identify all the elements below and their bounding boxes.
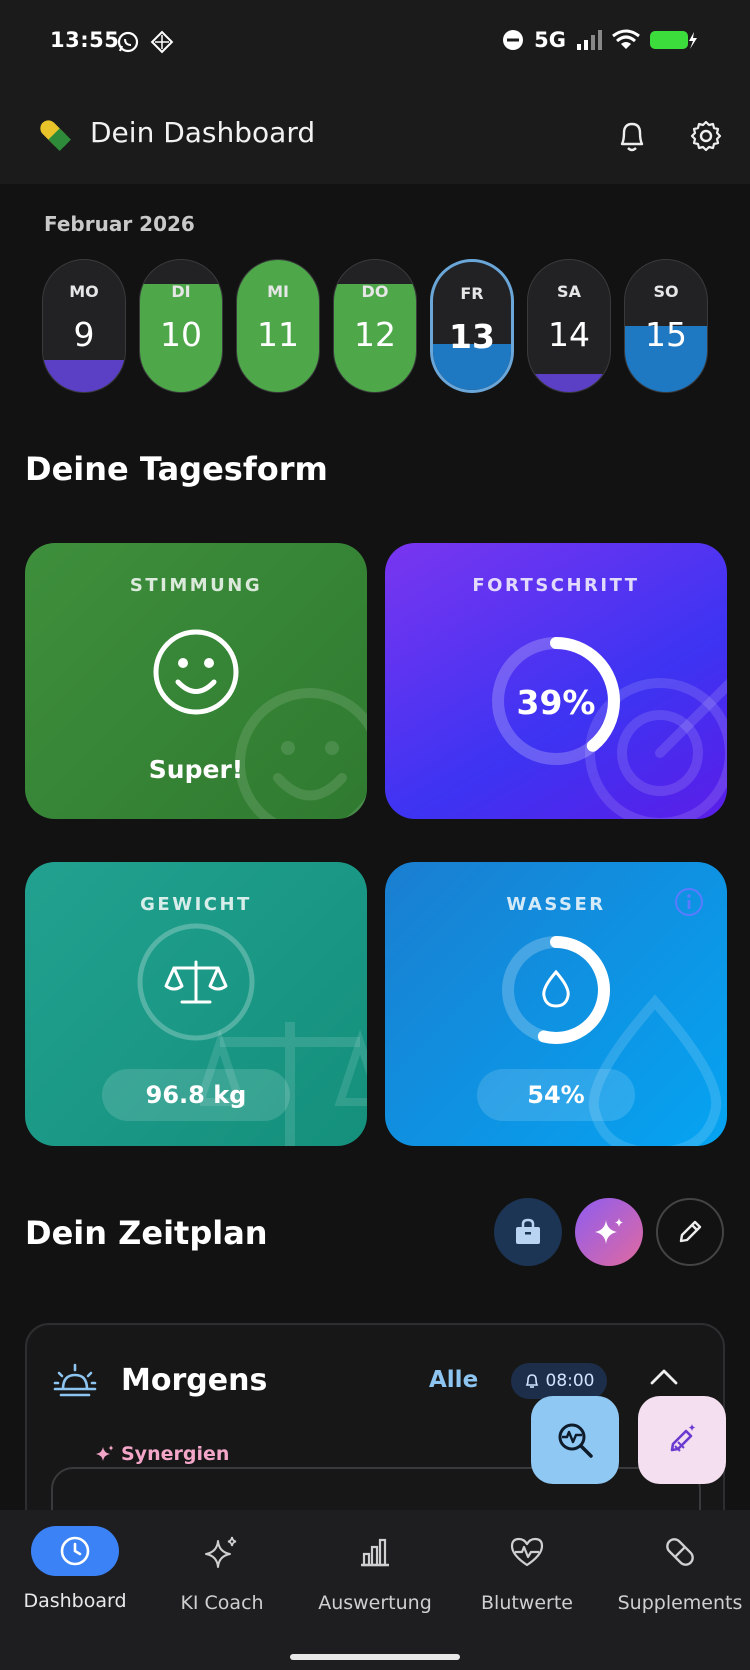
nav-dashboard[interactable]: Dashboard — [0, 1526, 150, 1612]
progress-card[interactable]: FORTSCHRITT 39% — [385, 543, 727, 819]
home-indicator — [290, 1654, 460, 1660]
bottom-nav: Dashboard KI Coach Auswertung Blutwerte … — [0, 1510, 750, 1670]
zeitplan-title: Dein Zeitplan — [25, 1214, 268, 1252]
nav-auswertung[interactable]: Auswertung — [300, 1526, 450, 1614]
water-value-pill: 54% — [477, 1069, 635, 1121]
heart-pulse-icon — [510, 1537, 544, 1567]
tagesform-title: Deine Tagesform — [25, 450, 328, 488]
sparkle-small-icon — [96, 1445, 114, 1461]
synergy-label: Synergien — [87, 1443, 238, 1465]
reminder-time-pill[interactable]: 08:00 — [511, 1363, 607, 1399]
weight-value-pill: 96.8 kg — [102, 1069, 290, 1121]
day-pill[interactable]: SA 14 — [527, 259, 611, 393]
water-ring — [502, 936, 610, 1044]
bell-small-icon — [525, 1374, 538, 1388]
journal-fab[interactable] — [638, 1396, 726, 1484]
water-drop-icon — [542, 969, 570, 1008]
mood-value: Super! — [148, 755, 244, 784]
pencil-icon — [679, 1220, 702, 1243]
progress-value: 39% — [516, 683, 596, 722]
info-button[interactable] — [673, 886, 705, 918]
status-bar: 13:55 5G — [0, 0, 750, 86]
section-morgens: Morgens — [121, 1363, 268, 1398]
day-pill[interactable]: SO 15 — [624, 259, 708, 393]
analysis-fab[interactable] — [531, 1396, 619, 1484]
sparkle-icon — [595, 1218, 623, 1244]
clock-icon — [60, 1536, 90, 1566]
smiley-icon — [153, 629, 239, 715]
mood-card[interactable]: STIMMUNG Super! — [25, 543, 367, 819]
diamond-grid-icon — [150, 30, 174, 54]
weight-value: 96.8 kg — [145, 1081, 247, 1109]
sparkle-outline-icon — [205, 1536, 237, 1568]
smiley-deco-icon — [235, 688, 367, 819]
mood-label: STIMMUNG — [129, 575, 263, 596]
page-title: Dein Dashboard — [90, 116, 316, 149]
reminder-time: 08:00 — [545, 1371, 595, 1391]
edit-schedule-button[interactable] — [656, 1198, 724, 1266]
day-pill[interactable]: MI 11 — [236, 259, 320, 393]
bell-icon — [620, 122, 644, 152]
day-pill[interactable]: FR 13 — [430, 259, 514, 393]
chevron-up-icon[interactable] — [649, 1367, 679, 1387]
water-value: 54% — [527, 1081, 585, 1109]
nav-ki-coach[interactable]: KI Coach — [147, 1526, 297, 1614]
bar-chart-icon — [361, 1538, 389, 1567]
weight-card[interactable]: GEWICHT 96.8 kg — [25, 862, 367, 1146]
wifi-icon — [612, 29, 640, 49]
day-pill[interactable]: DO 12 — [333, 259, 417, 393]
filter-all-link[interactable]: Alle — [429, 1367, 478, 1393]
pencil-sparkle-icon — [670, 1424, 696, 1452]
shop-button[interactable] — [494, 1198, 562, 1266]
signal-icon — [577, 30, 602, 50]
ai-suggest-button[interactable] — [575, 1198, 643, 1266]
nav-blutwerte[interactable]: Blutwerte — [452, 1526, 602, 1614]
battery-charging-icon — [650, 31, 697, 49]
gear-icon — [690, 120, 722, 152]
month-label: Februar 2026 — [44, 212, 195, 236]
settings-button[interactable] — [684, 114, 728, 158]
notifications-button[interactable] — [610, 114, 654, 158]
search-pulse-icon — [558, 1423, 593, 1458]
water-card[interactable]: WASSER 54% — [385, 862, 727, 1146]
day-pill[interactable]: DI 10 — [139, 259, 223, 393]
pill-logo-icon — [40, 120, 71, 151]
whatsapp-icon — [117, 31, 139, 53]
weight-label: GEWICHT — [140, 894, 252, 915]
shopping-bag-icon — [516, 1218, 540, 1244]
status-time: 13:55 — [50, 28, 120, 52]
week-day-selector: MO 9 DI 10 MI 11 DO 12 FR 13 SA 14 SO 15 — [42, 259, 712, 393]
day-pill[interactable]: MO 9 — [42, 259, 126, 393]
app-header: Dein Dashboard — [0, 86, 750, 184]
scale-icon — [137, 923, 255, 1041]
sunrise-icon — [53, 1363, 97, 1397]
progress-label: FORTSCHRITT — [472, 575, 640, 596]
capsule-icon — [666, 1538, 694, 1566]
nav-supplements[interactable]: Supplements — [605, 1526, 750, 1614]
do-not-disturb-icon — [503, 30, 524, 50]
network-type: 5G — [534, 28, 566, 52]
